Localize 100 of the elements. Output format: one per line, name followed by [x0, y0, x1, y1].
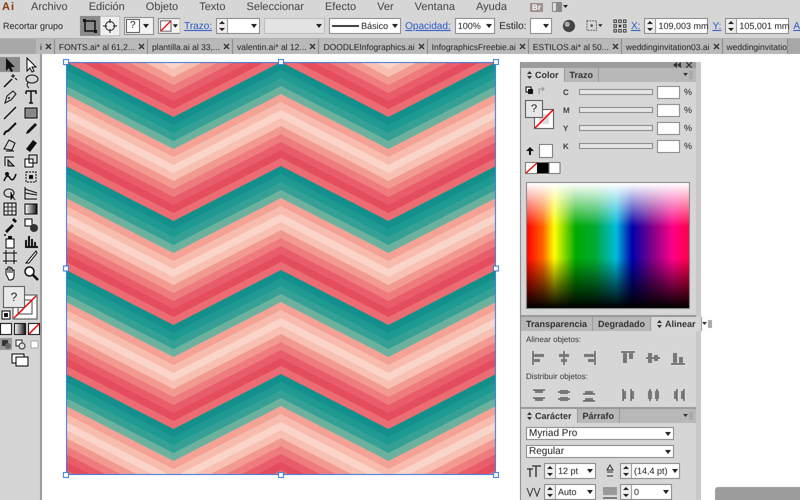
- selected-chevron-artwork-drawing[interactable]: [63, 59, 499, 478]
- menu-item[interactable]: Texto: [189, 1, 236, 13]
- menu-item[interactable]: Objeto: [136, 1, 190, 13]
- fill-swatch[interactable]: ?: [3, 286, 25, 308]
- font-style-dropdown[interactable]: Regular: [526, 445, 674, 458]
- spinner-icon[interactable]: [621, 464, 632, 478]
- gamut-color-swatch[interactable]: [539, 144, 553, 158]
- close-icon[interactable]: [223, 43, 230, 50]
- tool-button[interactable]: [0, 249, 20, 264]
- screen-mode-icon[interactable]: [11, 353, 29, 367]
- expand-arrows-icon[interactable]: [526, 70, 533, 80]
- align-bottom-icon[interactable]: [670, 350, 686, 366]
- panel-menu-icon[interactable]: [683, 71, 693, 79]
- target-button[interactable]: [100, 16, 120, 36]
- spinner-icon[interactable]: [645, 19, 656, 33]
- spinner-icon[interactable]: [621, 485, 632, 499]
- panel-tab[interactable]: Trazo: [564, 68, 600, 82]
- panel-menu-icon[interactable]: [702, 320, 712, 328]
- y-field[interactable]: 105,001 mm: [725, 18, 790, 34]
- opacity-dropdown[interactable]: 100%: [454, 18, 496, 34]
- kerning-field[interactable]: Auto: [544, 484, 596, 500]
- close-icon[interactable]: [418, 43, 425, 50]
- tool-button[interactable]: [0, 57, 20, 72]
- stroke-style-dropdown[interactable]: Básico: [329, 18, 402, 34]
- draw-normal-icon[interactable]: [0, 338, 12, 350]
- x-link[interactable]: X:: [630, 20, 640, 32]
- distribute-horizontal-center-icon[interactable]: [645, 387, 661, 403]
- document-tab[interactable]: weddinginvitation03.ai: [622, 39, 722, 54]
- panel-menu-icon[interactable]: [683, 412, 693, 420]
- menu-item[interactable]: Archivo: [21, 1, 79, 13]
- close-icon[interactable]: [612, 43, 619, 50]
- leading-field[interactable]: (14,4 pt): [620, 463, 680, 479]
- fill-dropdown[interactable]: ?: [124, 17, 154, 35]
- menu-item[interactable]: Ventana: [404, 1, 466, 13]
- x-field[interactable]: 109,003 mm: [644, 18, 708, 34]
- document-tab[interactable]: FONTS.ai* al 61,2...: [54, 39, 148, 54]
- tool-button[interactable]: [0, 121, 20, 136]
- distribute-top-icon[interactable]: [531, 387, 547, 403]
- font-size-field[interactable]: 12 pt: [544, 463, 596, 479]
- align-right-icon[interactable]: [581, 350, 597, 366]
- close-icon[interactable]: [138, 43, 145, 50]
- close-icon[interactable]: [309, 43, 316, 50]
- document-tab[interactable]: DOODLEInfographics.ai: [319, 39, 428, 54]
- out-of-gamut-icon[interactable]: [525, 146, 535, 156]
- fill-swatch[interactable]: ?: [525, 100, 543, 118]
- channel-field[interactable]: [657, 86, 680, 98]
- gradient-mode-icon[interactable]: [14, 323, 26, 335]
- close-icon[interactable]: [712, 43, 720, 50]
- color-spectrum[interactable]: [526, 182, 690, 309]
- panel-tab[interactable]: Párrafo: [578, 409, 620, 423]
- stroke-swatch-dropdown[interactable]: [158, 17, 180, 35]
- close-icon[interactable]: [518, 43, 526, 50]
- tracking-field[interactable]: 0: [620, 484, 672, 500]
- spinner-icon[interactable]: [545, 485, 556, 499]
- recolor-icon[interactable]: [586, 19, 604, 33]
- slider-track[interactable]: [579, 125, 653, 131]
- font-family-dropdown[interactable]: Myriad Pro: [526, 427, 674, 440]
- document-tab[interactable]: valentin.ai* al 12...: [233, 39, 320, 54]
- draw-behind-icon[interactable]: [14, 338, 26, 350]
- globe-icon[interactable]: [562, 18, 576, 34]
- channel-field[interactable]: [657, 104, 680, 116]
- color-mode-icon[interactable]: [0, 323, 12, 335]
- y-link[interactable]: Y:: [712, 20, 722, 32]
- distribute-center-icon[interactable]: [556, 387, 572, 403]
- close-icon[interactable]: [44, 43, 52, 50]
- swap-icon[interactable]: [525, 86, 547, 96]
- close-icon[interactable]: [686, 62, 692, 68]
- menu-item[interactable]: Edición: [78, 1, 136, 13]
- spinner-icon[interactable]: [217, 19, 228, 33]
- document-tab[interactable]: i: [36, 39, 55, 54]
- align-left-icon[interactable]: [531, 350, 547, 366]
- distribute-left-icon[interactable]: [620, 387, 636, 403]
- menu-item[interactable]: Ayuda: [466, 1, 518, 13]
- spinner-icon[interactable]: [545, 464, 556, 478]
- panel-tab[interactable]: Carácter: [521, 409, 578, 423]
- align-top-icon[interactable]: [620, 350, 636, 366]
- slider-track[interactable]: [579, 143, 653, 149]
- isolate-group-button[interactable]: [80, 16, 100, 36]
- panel-tab[interactable]: Color: [521, 68, 564, 82]
- default-colors-icon[interactable]: [1, 310, 11, 320]
- opacity-link[interactable]: Opacidad:: [405, 20, 451, 32]
- slider-track[interactable]: [579, 89, 653, 95]
- width-link[interactable]: A: [793, 20, 800, 32]
- style-dropdown[interactable]: [530, 18, 552, 34]
- document-tab[interactable]: ESTILOS.ai* al 50...: [528, 39, 622, 54]
- menu-item[interactable]: Seleccionar: [236, 1, 315, 13]
- channel-field[interactable]: [657, 140, 680, 152]
- panel-tab[interactable]: Alinear: [651, 317, 702, 331]
- expand-arrows-icon[interactable]: [656, 319, 664, 329]
- spinner-icon[interactable]: [726, 19, 738, 33]
- none-mode-icon[interactable]: [28, 323, 40, 335]
- layout-icon[interactable]: [550, 1, 569, 13]
- stroke-weight-field[interactable]: [216, 18, 260, 34]
- document-tab[interactable]: InfographicsFreebie.ai: [428, 39, 529, 54]
- document-tab[interactable]: plantilla.ai al 33,...: [148, 39, 233, 54]
- document-tab[interactable]: weddinginvitatio: [722, 39, 788, 54]
- slider-track[interactable]: [579, 107, 653, 113]
- expand-arrows-icon[interactable]: [526, 411, 533, 421]
- stroke-link[interactable]: Trazo:: [184, 20, 212, 32]
- channel-field[interactable]: [657, 122, 680, 134]
